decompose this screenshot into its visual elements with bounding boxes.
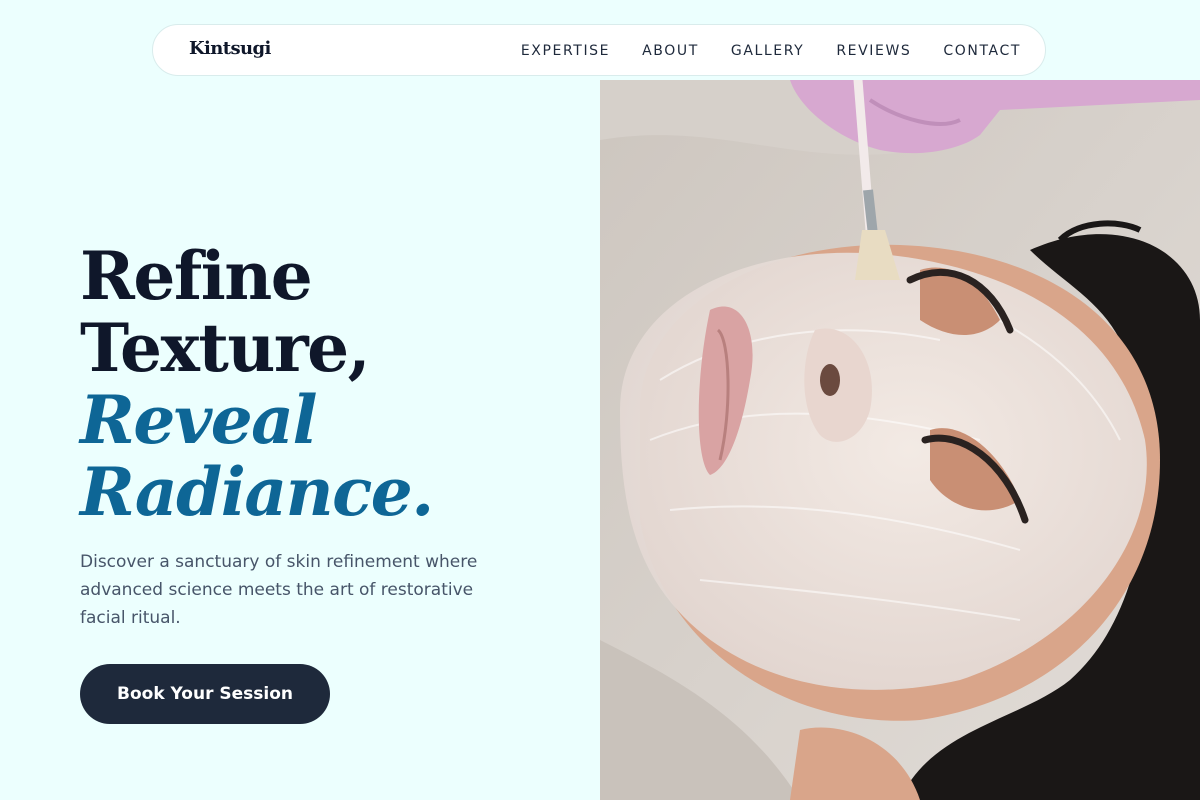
brand-logo[interactable]: Kintsugi — [189, 38, 271, 59]
hero-headline: Refine Texture, Reveal Radiance. — [80, 237, 434, 531]
hero-description: Discover a sanctuary of skin refinement … — [80, 552, 478, 628]
headline-accent-line-2: Radiance. — [80, 453, 434, 531]
hero-image — [600, 80, 1200, 800]
headline-line-1: Refine — [80, 237, 313, 315]
nav-link-gallery[interactable]: GALLERY — [731, 43, 804, 59]
book-session-button[interactable]: Book Your Session — [80, 664, 330, 724]
nav-link-expertise[interactable]: EXPERTISE — [521, 43, 610, 59]
headline-accent-line-1: Reveal — [80, 381, 318, 459]
nav-links: EXPERTISE ABOUT GALLERY REVIEWS CONTACT — [521, 25, 1021, 77]
top-navbar: Kintsugi EXPERTISE ABOUT GALLERY REVIEWS… — [152, 24, 1046, 76]
nav-link-about[interactable]: ABOUT — [642, 43, 699, 59]
headline-line-2: Texture, — [80, 309, 371, 387]
nav-link-contact[interactable]: CONTACT — [943, 43, 1021, 59]
nav-link-reviews[interactable]: REVIEWS — [836, 43, 911, 59]
